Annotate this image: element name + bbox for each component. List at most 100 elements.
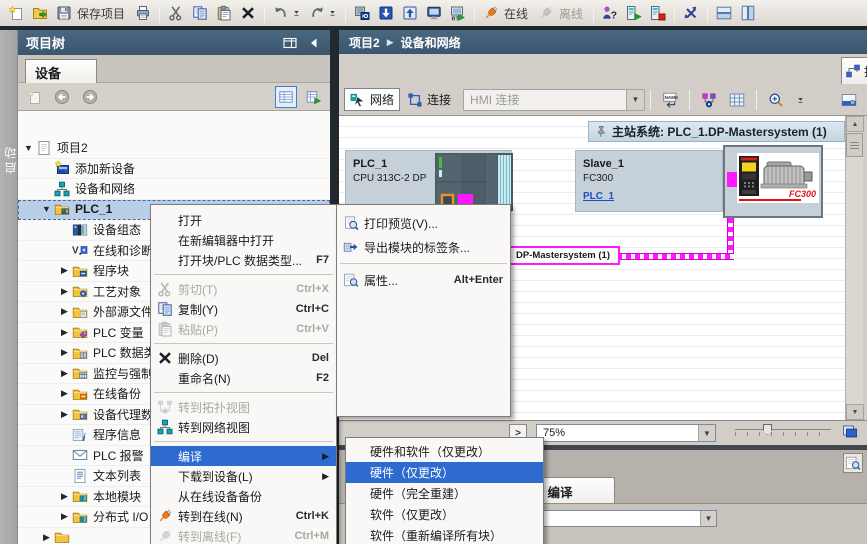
float-panel-icon[interactable] <box>282 35 298 51</box>
delete-button[interactable] <box>237 2 259 25</box>
device-plc-1[interactable]: PLC_1 CPU 313C-2 DP <box>345 150 512 212</box>
save-project-button[interactable]: 保存项目 <box>53 2 130 25</box>
scroll-down-icon[interactable]: ▼ <box>846 404 864 420</box>
chevron-right-icon[interactable]: ▶ <box>58 265 71 276</box>
canvas-vertical-scrollbar[interactable]: ▲ ▼ <box>845 116 863 420</box>
network-mode-button[interactable]: 网络 <box>344 88 400 111</box>
chevron-down-icon[interactable]: ▼ <box>698 425 715 441</box>
chevron-right-icon[interactable]: ▶ <box>40 532 53 543</box>
menu-item[interactable]: 复制(Y)Ctrl+C <box>151 299 336 319</box>
breadcrumb-project[interactable]: 项目2 <box>349 34 380 51</box>
zoom-level-select[interactable]: 75% ▼ <box>536 424 716 442</box>
menu-item[interactable]: 打印预览(V)... <box>337 211 510 235</box>
cross-references-button[interactable] <box>680 2 702 25</box>
go-offline-button[interactable]: 离线 <box>535 2 588 25</box>
caret-bar-icon[interactable] <box>328 5 337 21</box>
chevron-right-icon[interactable]: ▶ <box>58 409 71 420</box>
master-system-header[interactable]: 主站系统: PLC_1.DP-Mastersystem (1) <box>588 121 845 142</box>
copy-button[interactable] <box>189 2 211 25</box>
menu-item[interactable]: 软件（重新编译所有块） <box>346 525 543 544</box>
zoom-fit-caret-button[interactable] <box>791 88 810 111</box>
properties-icon[interactable] <box>843 453 863 473</box>
chevron-right-icon[interactable]: ▶ <box>58 286 71 297</box>
tab-topology-view[interactable]: 拓 <box>841 57 867 84</box>
window-arrange-icon[interactable] <box>842 423 858 439</box>
split-editor-horizontal-button[interactable] <box>713 2 735 25</box>
accessible-devices-button[interactable]: ? <box>599 2 621 25</box>
chevron-down-icon[interactable]: ▼ <box>700 511 716 526</box>
menu-item[interactable]: 硬件和软件（仅更改） <box>346 441 543 462</box>
new-project-button[interactable] <box>5 2 27 25</box>
collapse-panel-icon[interactable] <box>306 35 322 51</box>
open-project-button[interactable] <box>29 2 51 25</box>
menu-item[interactable]: 硬件（完全重建） <box>346 483 543 504</box>
start-simulation-button[interactable] <box>423 2 445 25</box>
split-editor-vertical-button[interactable] <box>737 2 759 25</box>
tree-item[interactable]: 添加新设备 <box>18 159 330 180</box>
chevron-down-icon[interactable]: ▼ <box>40 204 53 214</box>
cut-button[interactable] <box>165 2 187 25</box>
menu-item[interactable]: 属性...Alt+Enter <box>337 268 510 292</box>
chevron-right-icon[interactable]: ▶ <box>58 511 71 522</box>
start-runtime-button[interactable]: RT <box>447 2 469 25</box>
redo-button[interactable] <box>306 2 340 25</box>
print-button[interactable] <box>132 2 154 25</box>
chevron-right-icon[interactable]: ▶ <box>58 347 71 358</box>
upload-from-device-button[interactable] <box>399 2 421 25</box>
chevron-down-icon[interactable]: ▼ <box>22 143 35 153</box>
tree-item[interactable]: ▼项目2 <box>18 138 330 159</box>
details-view-icon[interactable] <box>275 86 297 108</box>
zoom-slider[interactable] <box>735 429 831 436</box>
menu-item[interactable]: 剪切(T)Ctrl+X <box>151 279 336 299</box>
chevron-right-icon[interactable]: ▶ <box>58 327 71 338</box>
message-filter-select[interactable]: ▼ <box>539 510 717 527</box>
relations-button[interactable] <box>696 88 722 111</box>
dp-mastersystem-label[interactable]: DP-Mastersystem (1) <box>506 246 620 265</box>
menu-item[interactable]: 硬件（仅更改） <box>346 462 543 483</box>
menu-item[interactable]: 编译▶ <box>151 446 336 466</box>
breadcrumb-section[interactable]: 设备和网络 <box>401 34 461 51</box>
back-icon[interactable] <box>51 86 73 108</box>
export-table-icon[interactable] <box>303 86 325 108</box>
paste-button[interactable] <box>213 2 235 25</box>
undo-button[interactable] <box>270 2 304 25</box>
menu-item[interactable]: 打开块/PLC 数据类型...F7 <box>151 250 336 270</box>
plc-rack-image[interactable] <box>435 153 513 211</box>
start-cpu-button[interactable] <box>623 2 645 25</box>
zoom-button[interactable] <box>763 88 789 111</box>
menu-item[interactable]: 粘贴(P)Ctrl+V <box>151 319 336 339</box>
chevron-right-icon[interactable]: ▶ <box>58 388 71 399</box>
chevron-right-icon[interactable]: ▶ <box>58 491 71 502</box>
connection-type-select[interactable]: HMI 连接 ▼ <box>463 89 645 111</box>
download-to-device-button[interactable] <box>375 2 397 25</box>
menu-item[interactable]: 重命名(N)F2 <box>151 368 336 388</box>
save-layout-button[interactable] <box>836 88 862 111</box>
go-online-button[interactable]: 在线 <box>480 2 533 25</box>
menu-item[interactable]: 软件（仅更改） <box>346 504 543 525</box>
menu-item[interactable]: 从在线设备备份 <box>151 486 336 506</box>
menu-item[interactable]: 转到拓扑视图 <box>151 397 336 417</box>
stop-cpu-button[interactable] <box>647 2 669 25</box>
chevron-down-icon[interactable]: ▼ <box>626 90 644 110</box>
master-link[interactable]: PLC_1 <box>583 191 614 202</box>
tree-item[interactable]: 设备和网络 <box>18 179 330 200</box>
scroll-up-icon[interactable]: ▲ <box>846 116 864 132</box>
menu-item[interactable]: 转到网络视图 <box>151 417 336 437</box>
menu-item[interactable]: 转到离线(F)Ctrl+M <box>151 526 336 544</box>
menu-item[interactable]: 删除(D)Del <box>151 348 336 368</box>
menu-item[interactable]: 转到在线(N)Ctrl+K <box>151 506 336 526</box>
address-labels-button[interactable]: NAME <box>657 88 683 111</box>
tab-devices[interactable]: 设备 <box>25 59 97 84</box>
menu-item[interactable]: 导出模块的标签条... <box>337 235 510 259</box>
scrollbar-thumb[interactable] <box>846 133 863 157</box>
caret-bar-icon[interactable] <box>292 5 301 21</box>
connections-mode-button[interactable]: 连接 <box>402 88 456 111</box>
menu-item[interactable]: 下载到设备(L)▶ <box>151 466 336 486</box>
compile-button[interactable] <box>351 2 373 25</box>
device-slave-1[interactable]: Slave_1 FC300 PLC_1 <box>575 150 723 212</box>
new-item-icon[interactable] <box>23 86 45 108</box>
slave-device-image[interactable]: FC300 <box>723 145 823 218</box>
menu-item[interactable]: 打开 <box>151 210 336 230</box>
menu-item[interactable]: 在新编辑器中打开 <box>151 230 336 250</box>
chevron-right-icon[interactable]: ▶ <box>58 368 71 379</box>
